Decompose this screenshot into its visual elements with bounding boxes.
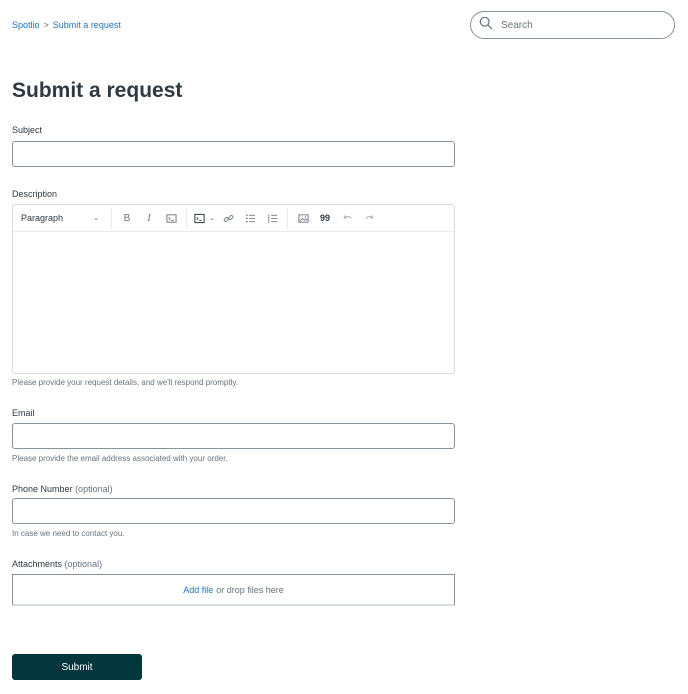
email-input[interactable] [12,423,455,449]
bold-button[interactable]: B [116,208,138,228]
bulleted-list-button[interactable] [239,208,261,228]
numbered-list-button[interactable] [261,208,283,228]
add-file-link[interactable]: Add file [183,585,213,595]
quote-icon: 99 [319,213,330,223]
description-textarea[interactable] [13,232,454,373]
numbered-list-icon [267,213,277,223]
bold-icon: B [123,212,131,224]
bulleted-list-icon [245,213,255,223]
search-box[interactable] [470,11,675,39]
description-editor: Paragraph ⌄ B I ⌄ 99 [12,204,455,374]
block-format-select[interactable]: Paragraph ⌄ [21,213,107,223]
undo-icon [343,214,351,219]
phone-hint: In case we need to contact you. [12,529,125,538]
link-icon [223,214,233,222]
code-icon [165,213,177,223]
breadcrumb-separator: > [43,20,49,30]
page-title: Submit a request [12,79,183,102]
search-icon [479,16,493,35]
toolbar-divider [186,208,187,228]
italic-button[interactable]: I [138,208,160,228]
search-input[interactable] [499,18,669,32]
subject-label: Subject [12,125,43,135]
toolbar-divider [111,208,112,228]
submit-button[interactable]: Submit [12,654,142,680]
phone-input[interactable] [12,498,455,524]
link-button[interactable] [217,208,239,228]
code-inline-button[interactable] [160,208,182,228]
blockquote-button[interactable]: 99 [314,208,336,228]
italic-icon: I [147,212,151,224]
phone-label: Phone Number (optional) [12,484,113,494]
email-label: Email [12,408,35,418]
attachments-label-text: Attachments [12,559,63,569]
drop-files-text: or drop files here [216,584,284,595]
undo-button[interactable] [336,208,358,228]
description-label: Description [12,189,58,199]
code-block-button[interactable] [191,208,207,228]
description-hint: Please provide your request details, and… [12,378,238,387]
toolbar-divider [287,208,288,228]
subject-input[interactable] [12,141,455,167]
block-format-value: Paragraph [21,213,64,223]
attachments-dropzone[interactable]: Add file or drop files here [12,574,455,606]
breadcrumb: Spotlio > Submit a request [12,20,121,30]
redo-icon [365,214,373,219]
phone-optional-tag: (optional) [75,484,113,494]
breadcrumb-home-link[interactable]: Spotlio [12,20,40,30]
chevron-down-icon[interactable]: ⌄ [207,214,217,222]
code-block-icon [193,213,205,223]
chevron-down-icon: ⌄ [93,215,99,222]
phone-label-text: Phone Number [12,484,73,494]
image-button[interactable] [292,208,314,228]
editor-toolbar: Paragraph ⌄ B I ⌄ 99 [13,205,454,232]
redo-button[interactable] [358,208,380,228]
email-hint: Please provide the email address associa… [12,454,228,463]
image-icon [297,213,309,223]
attachments-label: Attachments (optional) [12,559,102,569]
breadcrumb-current-link[interactable]: Submit a request [53,20,121,30]
attachments-optional-tag: (optional) [64,559,103,569]
